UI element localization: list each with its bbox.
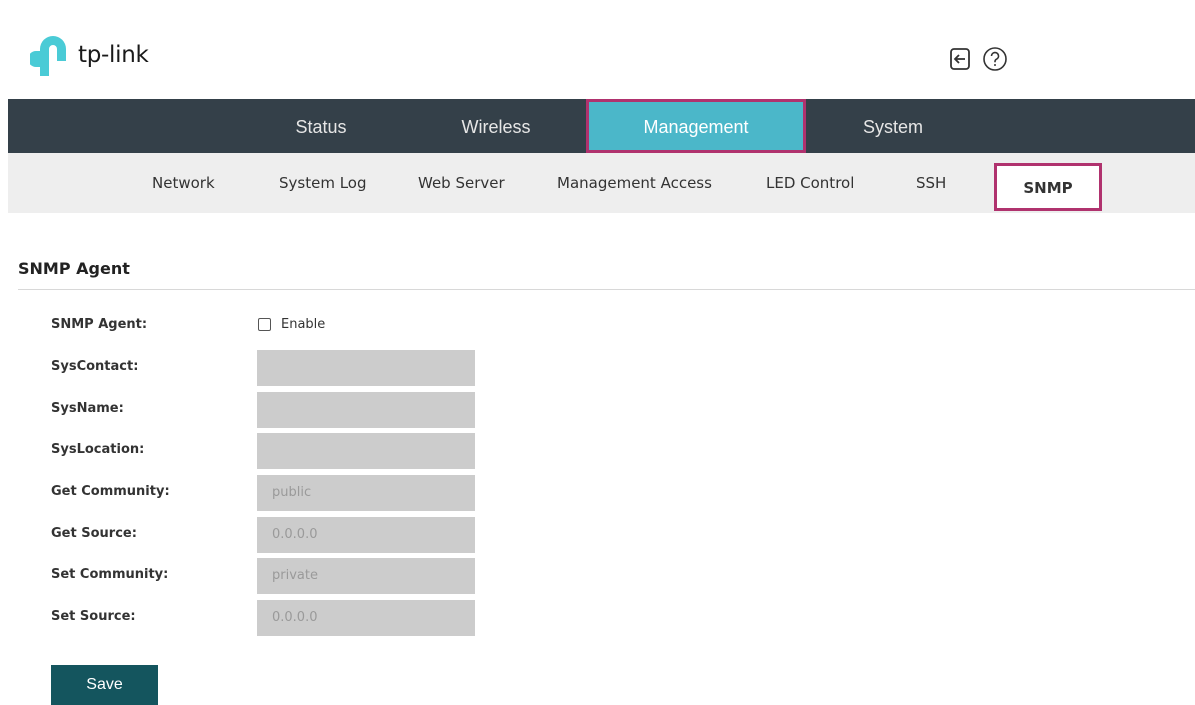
main-nav: Status Wireless Management System	[8, 99, 1195, 153]
syscontact-label: SysContact:	[51, 359, 139, 374]
set-community-input[interactable]: private	[257, 558, 475, 594]
subnav-management-access[interactable]: Management Access	[557, 153, 712, 213]
subnav-ssh[interactable]: SSH	[916, 153, 946, 213]
subnav-web-server[interactable]: Web Server	[418, 153, 505, 213]
syslocation-label: SysLocation:	[51, 442, 145, 457]
set-source-label: Set Source:	[51, 609, 136, 624]
save-button[interactable]: Save	[51, 665, 158, 705]
set-source-input[interactable]: 0.0.0.0	[257, 600, 475, 636]
sysname-input[interactable]	[257, 392, 475, 428]
subnav-system-log[interactable]: System Log	[279, 153, 367, 213]
set-community-label: Set Community:	[51, 567, 169, 582]
get-source-input[interactable]: 0.0.0.0	[257, 517, 475, 553]
subnav-led-control[interactable]: LED Control	[766, 153, 854, 213]
snmp-agent-checkbox[interactable]	[258, 318, 271, 331]
subnav-snmp[interactable]: SNMP	[994, 163, 1102, 211]
tp-link-logo-icon	[30, 36, 66, 76]
snmp-agent-label: SNMP Agent:	[51, 317, 148, 332]
get-source-label: Get Source:	[51, 526, 137, 541]
subnav-network[interactable]: Network	[152, 153, 215, 213]
section-title: SNMP Agent	[18, 259, 130, 278]
nav-tab-system[interactable]: System	[838, 99, 948, 153]
brand-name: tp-link	[78, 42, 149, 68]
sysname-label: SysName:	[51, 401, 124, 416]
nav-tab-status[interactable]: Status	[258, 99, 384, 153]
enable-label: Enable	[281, 317, 326, 332]
get-community-label: Get Community:	[51, 484, 170, 499]
get-community-input[interactable]: public	[257, 475, 475, 511]
app-frame: tp-link Status Wireless Management Syste…	[8, 10, 1195, 705]
help-icon[interactable]	[982, 46, 1008, 72]
nav-tab-wireless[interactable]: Wireless	[428, 99, 564, 153]
nav-tab-management[interactable]: Management	[586, 99, 806, 153]
logout-icon[interactable]	[947, 46, 973, 72]
syslocation-input[interactable]	[257, 433, 475, 469]
snmp-agent-enable[interactable]: Enable	[258, 317, 325, 332]
tp-link-logo[interactable]: tp-link	[30, 34, 149, 80]
syscontact-input[interactable]	[257, 350, 475, 386]
sub-nav: Network System Log Web Server Management…	[8, 153, 1195, 213]
header: tp-link	[8, 10, 1195, 99]
section-divider	[18, 289, 1195, 290]
